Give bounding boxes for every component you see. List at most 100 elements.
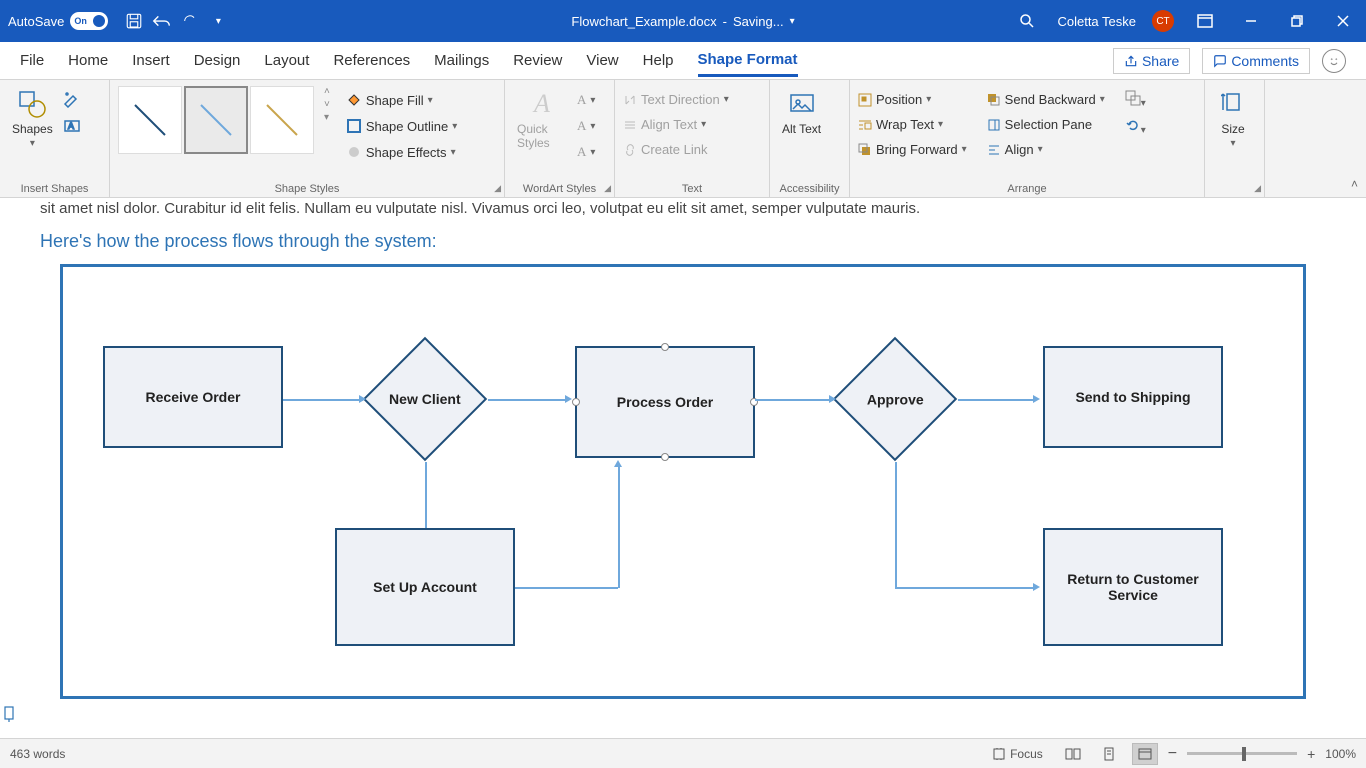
qat-dropdown-icon[interactable]: ▾ [204,7,232,35]
zoom-slider[interactable] [1187,752,1297,755]
avatar[interactable]: CT [1152,10,1174,32]
connector[interactable] [755,399,833,401]
tab-layout[interactable]: Layout [264,46,309,75]
dialog-launcher-icon[interactable]: ◢ [1254,183,1261,194]
shape-effects-button[interactable]: Shape Effects▾ [346,142,457,162]
quick-styles-button[interactable]: A Quick Styles [513,86,571,152]
resize-handle[interactable] [661,343,669,351]
create-link-button[interactable]: Create Link [623,140,707,159]
tab-home[interactable]: Home [68,46,108,75]
tab-mailings[interactable]: Mailings [434,46,489,75]
shape-fill-button[interactable]: Shape Fill▾ [346,90,457,110]
rotate-button[interactable]: ▾ [1125,117,1146,138]
bring-forward-button[interactable]: Bring Forward▾ [858,140,967,159]
print-layout-icon[interactable] [1096,743,1122,765]
comments-button[interactable]: Comments [1202,48,1310,74]
connector[interactable] [425,462,427,528]
focus-mode-button[interactable]: Focus [985,743,1050,765]
svg-text:A: A [68,121,74,131]
resize-handle[interactable] [661,453,669,461]
flowchart-box-return[interactable]: Return to Customer Service [1043,528,1223,646]
tab-insert[interactable]: Insert [132,46,170,75]
flowchart-box-setup[interactable]: Set Up Account [335,528,515,646]
ribbon-display-icon[interactable] [1190,6,1220,36]
wrap-text-button[interactable]: Wrap Text▾ [858,115,967,134]
word-count[interactable]: 463 words [10,747,65,761]
collapse-ribbon-icon[interactable]: ˄ [1351,177,1358,191]
flowchart-decision-approve[interactable]: Approve [833,337,957,461]
tab-review[interactable]: Review [513,46,562,75]
minimize-icon[interactable] [1236,6,1266,36]
title-dropdown-icon[interactable]: ▾ [790,16,795,27]
connector[interactable] [895,587,1035,589]
zoom-out-button[interactable]: − [1168,745,1177,763]
resize-handle[interactable] [572,398,580,406]
gallery-row-up[interactable]: ˄ [324,86,330,97]
text-fill-button[interactable]: A▾ [577,90,595,110]
group-wordart: WordArt Styles [513,180,606,195]
web-layout-icon[interactable] [1132,743,1158,765]
flowchart-box-process[interactable]: Process Order [575,346,755,458]
search-icon[interactable] [1013,7,1041,35]
gallery-row-down[interactable]: ˅ [324,99,330,110]
connector[interactable] [515,587,618,589]
document-title: Flowchart_Example.docx - Saving... ▾ [571,14,794,29]
shape-outline-button[interactable]: Shape Outline▾ [346,116,457,136]
tab-design[interactable]: Design [194,46,241,75]
share-button[interactable]: Share [1113,48,1190,74]
group-insert-shapes: Insert Shapes [8,180,101,195]
tab-help[interactable]: Help [643,46,674,75]
redo-icon[interactable] [176,7,204,35]
align-text-button[interactable]: Align Text▾ [623,115,706,134]
close-icon[interactable] [1328,6,1358,36]
connector[interactable] [488,399,568,401]
text-outline-button[interactable]: A▾ [577,116,595,136]
connector[interactable] [618,465,620,588]
flowchart-box-receive[interactable]: Receive Order [103,346,283,448]
read-mode-icon[interactable] [1060,743,1086,765]
alt-text-button[interactable]: Alt Text [778,86,825,138]
gallery-more[interactable]: ▾ [324,112,330,123]
size-button[interactable]: Size ▾ [1213,86,1253,151]
connector[interactable] [895,462,897,588]
tab-file[interactable]: File [20,46,44,75]
user-name[interactable]: Coletta Teske [1057,14,1136,29]
tab-shape-format[interactable]: Shape Format [698,45,798,77]
undo-icon[interactable] [148,7,176,35]
text-direction-button[interactable]: Text Direction▾ [623,90,729,109]
autosave-label: AutoSave [8,14,64,29]
dialog-launcher-icon[interactable]: ◢ [494,183,501,194]
side-panel-handle[interactable] [2,706,18,724]
autosave-toggle[interactable]: On [70,12,108,30]
connector[interactable] [958,399,1036,401]
send-backward-button[interactable]: Send Backward▾ [987,90,1105,109]
arrow-head-icon [829,395,836,403]
arrow-head-icon [1033,395,1040,403]
flowchart-decision-new-client[interactable]: New Client [363,337,487,461]
position-button[interactable]: Position▾ [858,90,967,109]
wordart-icon: A [526,88,558,120]
text-effects-button[interactable]: A▾ [577,142,595,162]
feedback-icon[interactable] [1322,49,1346,73]
drawing-canvas[interactable]: Receive Order New Client Process Order A… [60,264,1306,699]
zoom-level[interactable]: 100% [1325,747,1356,761]
tab-references[interactable]: References [333,46,410,75]
zoom-in-button[interactable]: + [1307,746,1315,762]
tab-view[interactable]: View [586,46,618,75]
save-icon[interactable] [120,7,148,35]
dialog-launcher-icon[interactable]: ◢ [604,183,611,194]
maximize-icon[interactable] [1282,6,1312,36]
selection-pane-button[interactable]: Selection Pane [987,115,1105,134]
text-box-icon[interactable]: A [63,117,81,140]
connector[interactable] [283,399,363,401]
shape-style-gallery[interactable] [118,86,314,154]
align-button[interactable]: Align▾ [987,140,1105,159]
status-bar: 463 words Focus − + 100% [0,738,1366,768]
title-bar: AutoSave On ▾ Flowchart_Example.docx - S… [0,0,1366,42]
group-button[interactable]: ▾ [1125,90,1146,111]
flowchart-box-shipping[interactable]: Send to Shipping [1043,346,1223,448]
edit-shape-icon[interactable] [63,90,81,113]
arrow-head-icon [359,395,366,403]
shapes-button[interactable]: Shapes ▾ [8,86,57,151]
shapes-icon [16,88,48,120]
